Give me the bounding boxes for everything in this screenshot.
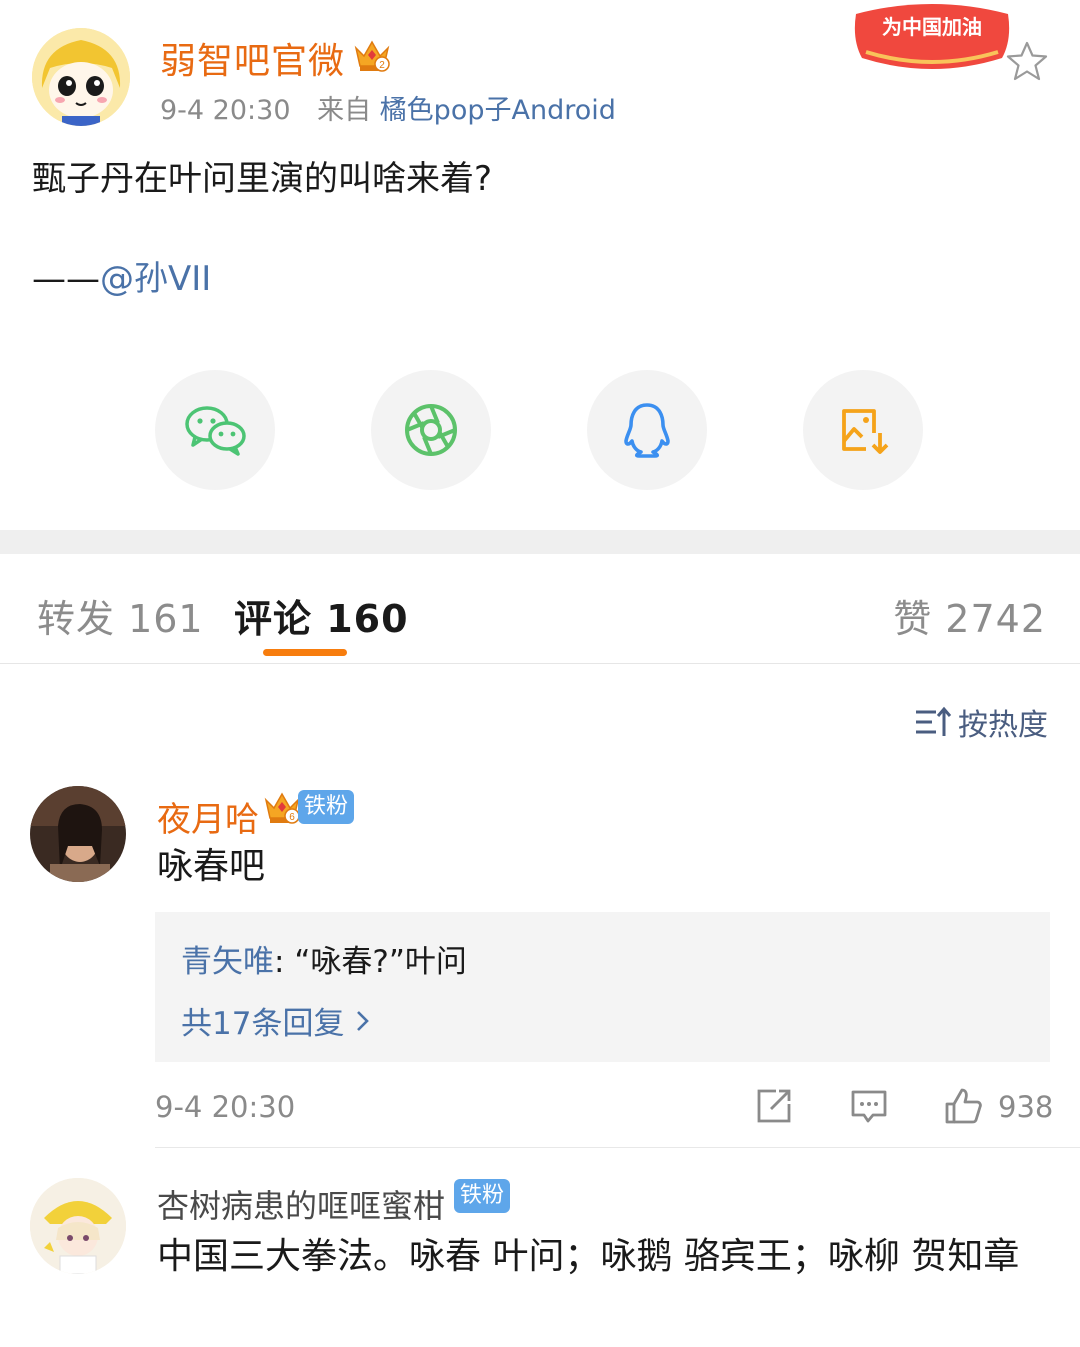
wechat-icon [185,406,246,456]
fan-badge: 铁粉 [298,790,355,824]
comment-time: 9-4 20:30 [155,1090,296,1124]
sort-by-hot-button[interactable]: 按热度 [914,700,1048,744]
author-name[interactable]: 弱智吧官微 [160,32,345,84]
comment-divider [155,1147,1080,1148]
commenter-avatar[interactable] [30,786,126,882]
comment-text: 中国三大拳法。咏春 叶问；咏鹅 骆宾王；咏柳 贺知章 [157,1236,1020,1277]
save-image-icon [842,409,889,454]
comment-text: 咏春吧 [157,846,266,887]
share-icon[interactable] [754,1086,794,1126]
reply-text: “咏春?”叶问 [294,944,467,980]
tab-comment[interactable]: 评论 160 [234,588,409,643]
post-text: 甄子丹在叶问里演的叫啥来着? [32,159,493,199]
like-count: 938 [998,1090,1054,1124]
post-meta: 9-4 20:30 来自 橘色pop子Android [160,88,616,127]
svg-text:6: 6 [289,812,295,823]
chevron-right-icon [357,1010,370,1031]
commenter-name[interactable]: 杏树病患的哐哐蜜柑 [157,1181,445,1227]
interaction-tabs: 转发 161 评论 160 赞 2742 [0,554,1080,664]
qq-icon [624,403,670,458]
save-image-button[interactable] [803,370,923,490]
section-divider [0,530,1080,554]
reply-count-label: 共17条回复 [181,1006,345,1042]
post-header: 弱智吧官微 2 9-4 20:30 来自 橘色pop子Android 为中国加油 [0,0,1080,140]
promo-text: 为中国加油 [882,15,982,39]
share-moments-button[interactable] [371,370,491,490]
tab-repost[interactable]: 转发 161 [37,588,204,643]
vip-crown-icon: 6 [262,788,302,826]
promo-badge[interactable]: 为中国加油 [852,0,1012,78]
reply-line: 青矢唯: “咏春?”叶问 [181,936,467,981]
view-replies-link[interactable]: 共17条回复 [181,998,370,1043]
sort-icon [916,706,952,736]
tab-like[interactable]: 赞 2742 [893,588,1046,643]
reply-preview[interactable]: 青矢唯: “咏春?”叶问 共17条回复 [155,912,1050,1062]
source-prefix: 来自 [317,95,372,126]
post-source[interactable]: 橘色pop子Android [380,95,616,126]
commenter-name[interactable]: 夜月哈 [157,792,259,841]
post-signature: ——@孙VII [32,255,211,303]
commenter-avatar[interactable] [30,1178,126,1274]
moments-icon [405,404,457,456]
favorite-star-icon[interactable] [1006,40,1048,82]
author-avatar[interactable] [32,28,130,126]
share-wechat-button[interactable] [155,370,275,490]
reply-separator: : [274,944,295,980]
sort-label: 按热度 [958,708,1048,743]
mention-link[interactable]: @孙VII [100,259,211,299]
signature-dash: —— [32,259,100,299]
svg-text:2: 2 [379,60,385,71]
share-qq-button[interactable] [587,370,707,490]
vip-crown-icon: 2 [352,36,392,74]
fan-badge: 铁粉 [454,1179,511,1213]
active-tab-indicator [263,649,347,656]
post-time: 9-4 20:30 [160,95,291,126]
comment-icon[interactable] [849,1086,889,1126]
like-thumb-icon[interactable] [943,1086,983,1126]
reply-author[interactable]: 青矢唯 [181,944,274,980]
